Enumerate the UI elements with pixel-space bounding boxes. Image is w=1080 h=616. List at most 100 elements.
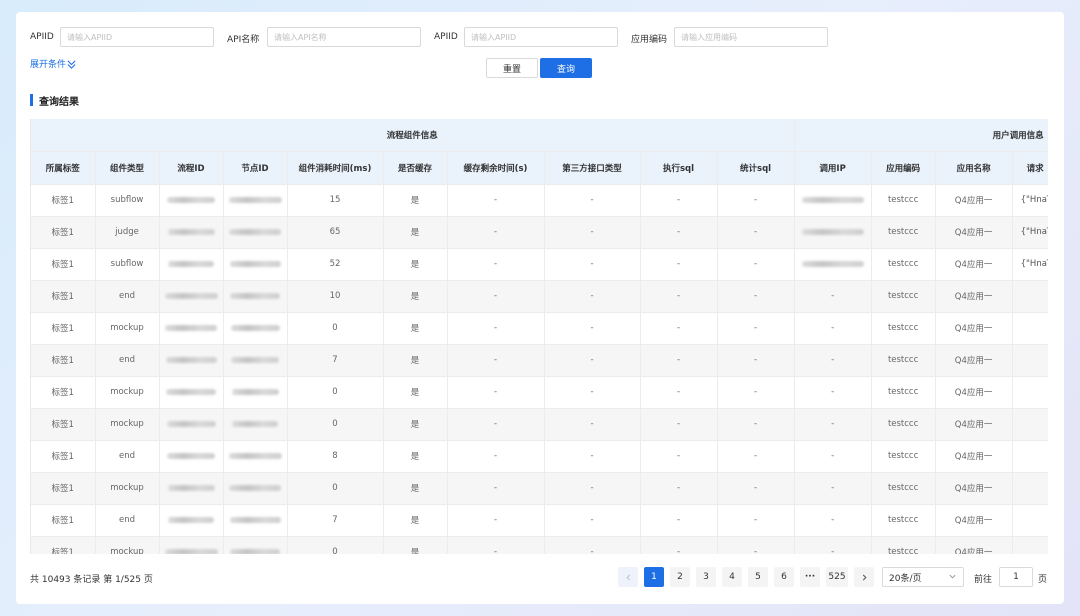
cell-app-code: testccc	[871, 440, 936, 473]
cell-app-code: testccc	[871, 408, 936, 441]
cell-stat-sql: -	[717, 408, 795, 441]
page-button-3[interactable]: 3	[696, 567, 716, 587]
redacted-value	[166, 420, 216, 427]
cell-cached: 是	[383, 408, 448, 441]
cell-third-party-type: -	[544, 472, 641, 505]
cell-call-ip	[794, 248, 872, 281]
more-pages-ellipsis[interactable]: ···	[800, 567, 820, 587]
cell-tag: 标签1	[31, 280, 96, 313]
cell-stat-sql: -	[717, 536, 795, 554]
cell-third-party-type: -	[544, 280, 641, 313]
cell-component-type: end	[95, 280, 160, 313]
cell-component-type: mockup	[95, 376, 160, 409]
cell-flow-id	[159, 216, 224, 249]
cell-stat-sql: -	[717, 280, 795, 313]
table-body: 标签1subflow15是----testcccQ4应用一{"HnaT标签1ju…	[31, 184, 1048, 554]
redacted-value	[229, 516, 281, 523]
table-row[interactable]: 标签1 mockup 0 是 - - - - - testccc Q4应用一	[31, 536, 1048, 554]
cell-app-name: Q4应用一	[935, 344, 1013, 377]
app-code-input[interactable]	[674, 27, 828, 47]
cell-flow-id	[159, 472, 224, 505]
redacted-value	[801, 260, 864, 267]
cell-cache-ttl: -	[447, 248, 545, 281]
cell-app-name: Q4应用一	[935, 248, 1013, 281]
double-chevron-down-icon	[67, 60, 76, 69]
cell-node-id	[223, 184, 288, 217]
cell-node-id	[223, 472, 288, 505]
cell-app-name: Q4应用一	[935, 440, 1013, 473]
page-button-2[interactable]: 2	[670, 567, 690, 587]
table-row[interactable]: 标签1 end 7 是 - - - - - testccc Q4应用一	[31, 344, 1048, 377]
cell-exec-sql: -	[640, 376, 718, 409]
cell-node-id	[223, 312, 288, 345]
cell-cache-ttl: -	[447, 408, 545, 441]
col-header-request: 请求	[1012, 151, 1048, 185]
next-page-button[interactable]	[854, 567, 874, 587]
page-button-last[interactable]: 525	[826, 567, 848, 587]
redacted-value	[167, 196, 215, 203]
cell-call-ip: -	[794, 376, 872, 409]
cell-component-type: mockup	[95, 536, 160, 554]
api-name-input[interactable]	[267, 27, 421, 47]
prev-page-button[interactable]	[618, 567, 638, 587]
title-accent-bar	[30, 94, 33, 106]
cell-stat-sql: -	[717, 248, 795, 281]
group-header-user-call: 用户调用信息	[794, 119, 1048, 152]
cell-exec-sql: -	[640, 248, 718, 281]
cell-time-ms: 0	[287, 536, 384, 554]
table-row[interactable]: 标签1 mockup 0 是 - - - - - testccc Q4应用一	[31, 312, 1048, 345]
cell-flow-id	[159, 408, 224, 441]
expand-conditions-link[interactable]: 展开条件	[30, 57, 76, 70]
cell-app-name: Q4应用一	[935, 216, 1013, 249]
app-code-label: 应用编码	[631, 35, 668, 45]
cell-call-ip: -	[794, 280, 872, 313]
table-row[interactable]: 标签1judge65是----testcccQ4应用一{"HnaT	[31, 216, 1048, 249]
table-row[interactable]: 标签1subflow52是----testcccQ4应用一{"HnaT	[31, 248, 1048, 281]
apiid-input[interactable]	[60, 27, 214, 47]
cell-app-name: Q4应用一	[935, 312, 1013, 345]
cell-component-type: mockup	[95, 408, 160, 441]
cell-app-code: testccc	[871, 344, 936, 377]
apiid-input-2[interactable]	[464, 27, 618, 47]
cell-node-id	[223, 408, 288, 441]
table-row[interactable]: 标签1 mockup 0 是 - - - - - testccc Q4应用一	[31, 472, 1048, 505]
query-button[interactable]: 查询	[540, 58, 592, 78]
cell-app-name: Q4应用一	[935, 184, 1013, 217]
table-row[interactable]: 标签1subflow15是----testcccQ4应用一{"HnaT	[31, 184, 1048, 217]
page-button-4[interactable]: 4	[722, 567, 742, 587]
cell-flow-id	[159, 440, 224, 473]
page-button-5[interactable]: 5	[748, 567, 768, 587]
results-title: 查询结果	[39, 96, 79, 108]
table-row[interactable]: 标签1 end 7 是 - - - - - testccc Q4应用一	[31, 504, 1048, 537]
cell-call-ip: -	[794, 408, 872, 441]
redacted-value	[168, 516, 214, 523]
cell-stat-sql: -	[717, 216, 795, 249]
cell-cached: 是	[383, 376, 448, 409]
cell-flow-id	[159, 248, 224, 281]
cell-component-type: judge	[95, 216, 160, 249]
cell-app-code: testccc	[871, 248, 936, 281]
cell-third-party-type: -	[544, 344, 641, 377]
group-header-flow-component: 流程组件信息	[31, 119, 795, 152]
cell-stat-sql: -	[717, 344, 795, 377]
reset-button[interactable]: 重置	[486, 58, 538, 78]
cell-call-ip	[794, 184, 872, 217]
results-table-container[interactable]: 流程组件信息 用户调用信息 所属标签 组件类型 流程ID 节点ID 组件消耗时间…	[30, 119, 1048, 554]
chevron-left-icon	[625, 574, 630, 580]
cell-node-id	[223, 440, 288, 473]
goto-page-input[interactable]	[999, 567, 1033, 587]
table-row[interactable]: 标签1 end 10 是 - - - - - testccc Q4应用一	[31, 280, 1048, 313]
col-header-exec-sql: 执行sql	[640, 151, 718, 185]
page-button-6[interactable]: 6	[774, 567, 794, 587]
cell-stat-sql: -	[717, 376, 795, 409]
goto-suffix: 页	[1038, 575, 1048, 585]
redacted-value	[231, 388, 279, 395]
table-row[interactable]: 标签1 mockup 0 是 - - - - - testccc Q4应用一	[31, 376, 1048, 409]
cell-cache-ttl: -	[447, 344, 545, 377]
page-button-1[interactable]: 1	[644, 567, 664, 587]
col-header-cached: 是否缓存	[383, 151, 448, 185]
table-row[interactable]: 标签1 mockup 0 是 - - - - - testccc Q4应用一	[31, 408, 1048, 441]
cell-request	[1012, 344, 1048, 377]
page-size-select[interactable]: 20条/页	[882, 567, 964, 587]
table-row[interactable]: 标签1 end 8 是 - - - - - testccc Q4应用一	[31, 440, 1048, 473]
